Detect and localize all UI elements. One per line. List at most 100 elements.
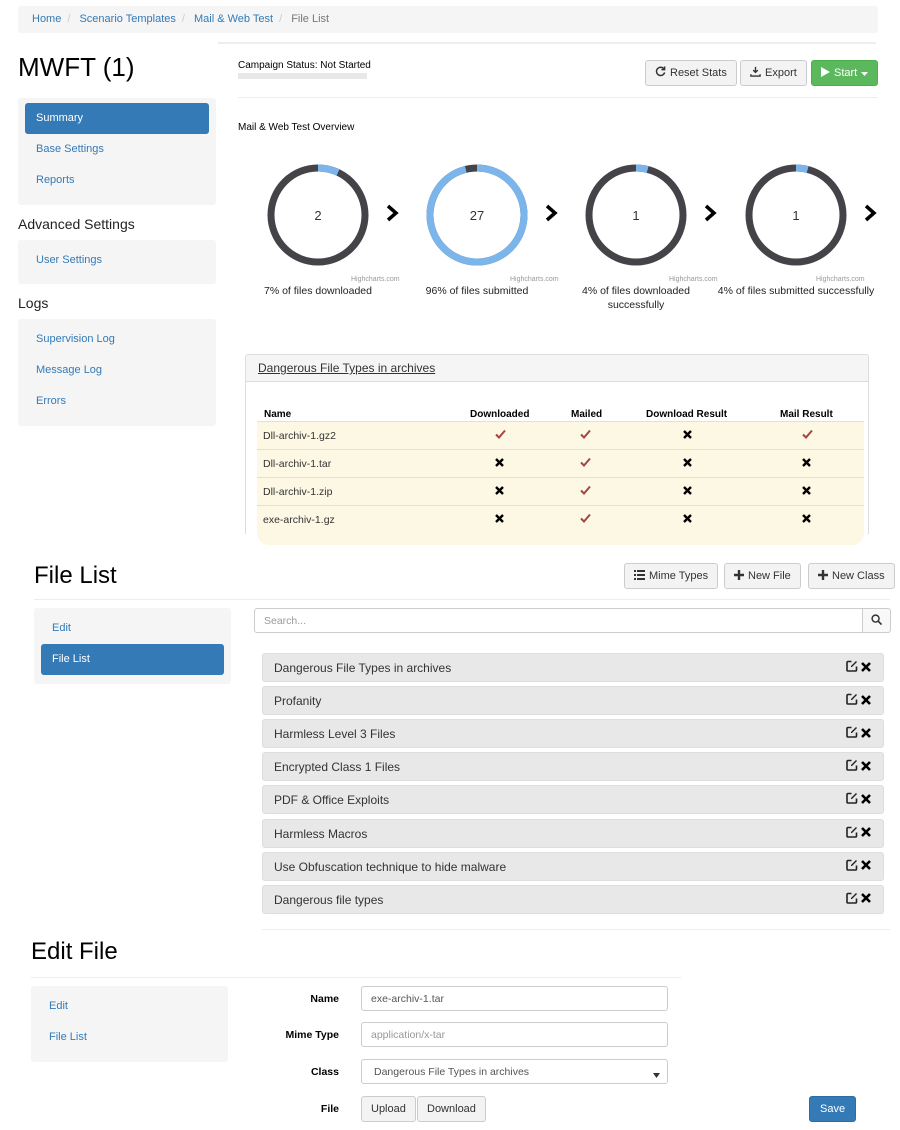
caret-down-icon: [653, 1069, 660, 1081]
list-item[interactable]: PDF & Office Exploits: [262, 785, 884, 815]
campaign-status: Campaign Status: Not Started: [238, 60, 371, 71]
sidebar-item-message-log[interactable]: Message Log: [25, 355, 209, 386]
overview-title: Mail & Web Test Overview: [238, 122, 355, 133]
list-item[interactable]: Use Obfuscation technique to hide malwar…: [262, 851, 884, 881]
advanced-settings-nav: User Settings: [18, 240, 216, 284]
cross-icon: [683, 428, 692, 442]
list-item[interactable]: Harmless Macros: [262, 818, 884, 848]
new-file-label: New File: [748, 570, 791, 582]
sidebar-item-edit[interactable]: Edit: [41, 613, 224, 644]
list-item[interactable]: Dangerous File Types in archives: [262, 653, 884, 682]
file-name-cell: exe-archiv-1.gz: [263, 514, 335, 526]
edit-file-title: Edit File: [31, 938, 118, 965]
list-item-label: Profanity: [274, 694, 322, 709]
delete-icon[interactable]: [861, 694, 871, 708]
list-item[interactable]: Harmless Level 3 Files: [262, 719, 884, 749]
edit-icon[interactable]: [846, 660, 858, 675]
reset-stats-button[interactable]: Reset Stats: [645, 60, 737, 86]
donut-caption: 96% of files submitted: [425, 285, 529, 297]
list-item-label: Use Obfuscation technique to hide malwar…: [274, 859, 507, 874]
breadcrumb-scenario-templates[interactable]: Scenario Templates: [79, 13, 175, 25]
cross-icon: [495, 456, 504, 470]
edit-icon[interactable]: [846, 693, 858, 708]
delete-icon[interactable]: [861, 892, 871, 906]
sidebar-item-edit[interactable]: Edit: [38, 991, 221, 1022]
donut-caption: 7% of files downloaded: [264, 285, 372, 297]
sidebar-item-summary[interactable]: Summary: [25, 103, 209, 134]
highcharts-credit: Highcharts.com: [351, 276, 400, 283]
export-icon: [750, 66, 761, 80]
edit-icon[interactable]: [846, 726, 858, 741]
mime-types-button[interactable]: Mime Types: [624, 563, 719, 589]
save-button[interactable]: Save: [809, 1096, 857, 1122]
breadcrumb-home[interactable]: Home: [32, 13, 61, 25]
status-underline: [238, 73, 367, 79]
list-item-actions: [846, 759, 871, 774]
new-file-button[interactable]: New File: [724, 563, 801, 589]
download-button[interactable]: Download: [417, 1096, 486, 1122]
sidebar-item-reports[interactable]: Reports: [25, 165, 209, 196]
name-label: Name: [310, 993, 339, 1005]
search-icon: [871, 613, 883, 628]
name-field[interactable]: exe-archiv-1.tar: [361, 986, 668, 1011]
search-button[interactable]: [862, 608, 891, 633]
column-header: Download Result: [646, 409, 728, 420]
start-button[interactable]: Start: [811, 60, 879, 86]
delete-icon[interactable]: [861, 760, 871, 774]
divider: [218, 42, 876, 44]
dangerous-file-table-body: Dll-archiv-1.gz2 Dll-archiv-1.tar Dll-ar…: [257, 421, 864, 545]
delete-icon[interactable]: [861, 859, 871, 873]
panel-title[interactable]: Dangerous File Types in archives: [246, 355, 868, 382]
list-item-label: Harmless Level 3 Files: [274, 727, 396, 742]
delete-icon[interactable]: [861, 826, 871, 840]
upload-button[interactable]: Upload: [361, 1096, 416, 1122]
cross-icon: [683, 456, 692, 470]
edit-icon[interactable]: [846, 859, 858, 874]
class-select[interactable]: Dangerous File Types in archives: [361, 1059, 668, 1084]
sidebar-item-supervision-log[interactable]: Supervision Log: [25, 324, 209, 355]
delete-icon[interactable]: [861, 793, 871, 807]
list-item[interactable]: Encrypted Class 1 Files: [262, 752, 884, 782]
page-title: MWFT (1): [18, 52, 135, 82]
edit-icon[interactable]: [846, 792, 858, 807]
table-row: exe-archiv-1.gz: [257, 505, 864, 533]
delete-icon[interactable]: [861, 727, 871, 741]
sidebar-item-file-list[interactable]: File List: [41, 644, 224, 675]
chevron-right-icon: [864, 204, 878, 228]
highcharts-credit: Highcharts.com: [816, 276, 865, 283]
donut-value: 27: [470, 208, 484, 223]
edit-icon[interactable]: [846, 892, 858, 907]
edit-icon[interactable]: [846, 826, 858, 841]
donut-chart-submitted-successfully: 1 Highcharts.com 4% of files submitted s…: [716, 160, 876, 298]
divider: [34, 599, 890, 600]
check-icon: [802, 428, 813, 442]
plus-icon: [818, 569, 828, 583]
list-item[interactable]: Profanity: [262, 686, 884, 716]
search-input[interactable]: Search...: [254, 608, 863, 633]
donut-chart-submitted: 27 Highcharts.com 96% of files submitted: [397, 160, 559, 298]
sidebar-item-errors[interactable]: Errors: [25, 386, 209, 417]
table-row: Dll-archiv-1.gz2: [257, 421, 864, 449]
table-row: Dll-archiv-1.tar: [257, 449, 864, 477]
highcharts-credit: Highcharts.com: [669, 276, 718, 283]
class-label: Class: [310, 1066, 339, 1078]
list-item[interactable]: Dangerous file types: [262, 884, 884, 914]
mime-type-field[interactable]: application/x-tar: [361, 1022, 668, 1047]
list-item-actions: [846, 660, 871, 675]
export-button[interactable]: Export: [740, 60, 807, 86]
sidebar-item-file-list[interactable]: File List: [38, 1022, 221, 1053]
new-class-button[interactable]: New Class: [808, 563, 895, 589]
donut-caption: 4% of files downloaded successfully: [582, 285, 690, 311]
sidebar-item-user-settings[interactable]: User Settings: [25, 245, 209, 276]
highcharts-credit: Highcharts.com: [510, 276, 559, 283]
advanced-settings-heading: Advanced Settings: [18, 216, 135, 232]
column-header: Mailed: [571, 409, 603, 420]
check-icon: [580, 428, 591, 442]
file-list-nav: Edit File List: [34, 608, 231, 684]
list-item-actions: [846, 726, 871, 741]
sidebar-item-base-settings[interactable]: Base Settings: [25, 134, 209, 165]
breadcrumb-mail-web-test[interactable]: Mail & Web Test: [194, 13, 273, 25]
delete-icon[interactable]: [861, 661, 871, 675]
list-item-actions: [846, 826, 871, 841]
edit-icon[interactable]: [846, 759, 858, 774]
